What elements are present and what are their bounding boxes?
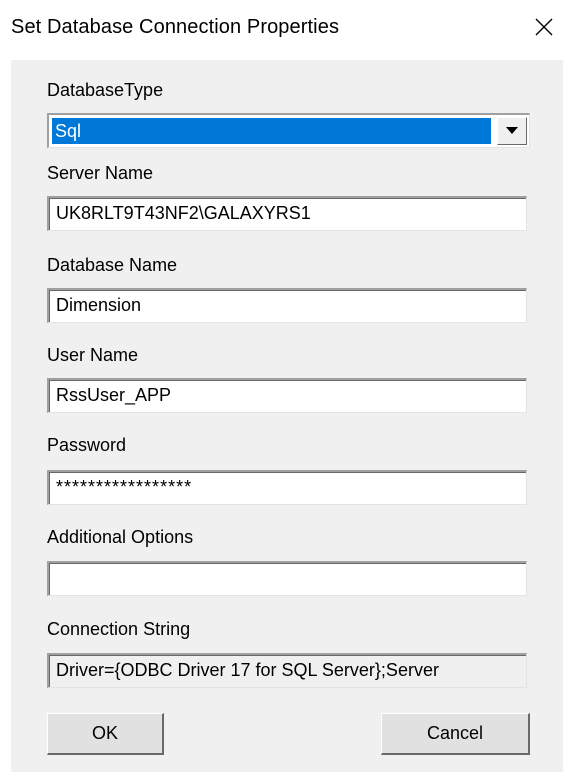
close-icon [535,18,553,41]
close-button[interactable] [515,6,573,52]
ok-button[interactable]: OK [47,713,164,755]
chevron-down-icon [506,122,518,140]
cancel-button[interactable]: Cancel [381,713,530,755]
database-name-input[interactable]: Dimension [47,288,527,323]
database-name-label: Database Name [47,255,178,275]
server-name-input[interactable]: UK8RLT9T43NF2\GALAXYRS1 [47,196,527,231]
server-name-label: Server Name [47,163,154,183]
dialog-title: Set Database Connection Properties [11,16,340,38]
user-name-label: User Name [47,345,139,365]
database-type-select[interactable]: Sql [47,113,530,148]
database-type-label: DatabaseType [47,80,164,100]
dropdown-button[interactable] [497,117,527,145]
password-input[interactable]: ***************** [47,470,527,505]
password-label: Password [47,435,127,455]
connection-string-label: Connection String [47,619,191,639]
connection-string-field[interactable]: Driver={ODBC Driver 17 for SQL Server};S… [47,653,527,688]
user-name-input[interactable]: RssUser_APP [47,378,527,413]
additional-options-label: Additional Options [47,527,194,547]
title-bar: Set Database Connection Properties [0,0,573,60]
additional-options-input[interactable] [47,561,527,596]
database-type-value: Sql [52,118,491,144]
